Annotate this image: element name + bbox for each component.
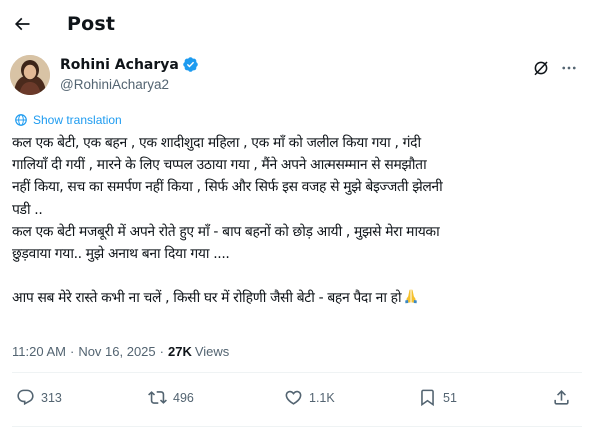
- globe-icon: [15, 114, 27, 126]
- share-button[interactable]: [552, 388, 571, 407]
- more-options-button[interactable]: [557, 56, 581, 80]
- views-label: Views: [194, 344, 230, 359]
- grok-icon: [534, 61, 548, 76]
- post-header: Post: [0, 0, 594, 50]
- author-info: Rohini Acharya @RohiniAcharya2: [60, 56, 199, 92]
- meta-separator: ·: [69, 344, 75, 359]
- back-button[interactable]: [8, 10, 36, 38]
- back-arrow-icon: [14, 17, 30, 31]
- tweet-line: नहीं किया, सच का समर्पण नहीं किया , सिर्…: [12, 179, 443, 196]
- post-time[interactable]: 11:20 AM: [12, 344, 66, 359]
- meta-separator: ·: [159, 344, 164, 359]
- verified-badge-icon[interactable]: [182, 56, 199, 73]
- divider: [12, 426, 582, 427]
- page-title: Post: [67, 13, 116, 35]
- reply-button[interactable]: 313: [16, 388, 62, 407]
- repost-icon: [148, 391, 167, 404]
- folded-hands-icon: [403, 288, 419, 304]
- tweet-line: गालियाँ दी गयीं , मारने के लिए चप्पल उठा…: [12, 157, 427, 174]
- user-handle[interactable]: @RohiniAcharya2: [60, 77, 199, 92]
- post-date[interactable]: Nov 16, 2025: [78, 344, 155, 359]
- tweet-line-last: आप सब मेरे रास्ते कभी ना चलें , किसी घर …: [12, 287, 587, 309]
- tweet-line: पडी ..: [12, 201, 43, 218]
- post-meta: 11:20 AM · Nov 16, 2025 · 27K Views: [12, 344, 229, 359]
- divider: [12, 372, 582, 373]
- tweet-line: छुड़वाया गया.. मुझे अनाथ बना दिया गया ..…: [12, 245, 230, 262]
- display-name[interactable]: Rohini Acharya: [60, 57, 179, 73]
- repost-count: 496: [173, 390, 194, 405]
- tweet-line: कल एक बेटी मजबूरी में अपने रोते हुए माँ …: [12, 223, 440, 240]
- reply-icon: [17, 389, 34, 406]
- avatar[interactable]: [10, 55, 50, 95]
- tweet-line-text: आप सब मेरे रास्ते कभी ना चलें , किसी घर …: [12, 290, 402, 307]
- share-icon: [554, 390, 569, 405]
- heart-icon: [285, 390, 302, 405]
- show-translation-label: Show translation: [33, 113, 122, 127]
- views-count[interactable]: 27K: [168, 344, 192, 359]
- tweet-text: कल एक बेटी, एक बहन , एक शादीशुदा महिला ,…: [12, 132, 587, 310]
- bookmark-count: 51: [443, 390, 457, 405]
- tweet-line: कल एक बेटी, एक बहन , एक शादीशुदा महिला ,…: [12, 135, 421, 151]
- bookmark-icon: [421, 389, 434, 407]
- reply-count: 313: [41, 390, 62, 405]
- avatar-photo: [10, 55, 50, 95]
- show-translation-link[interactable]: Show translation: [14, 113, 122, 127]
- more-dots-icon: [562, 66, 576, 70]
- repost-button[interactable]: 496: [148, 388, 194, 407]
- action-bar: 313 496 1.1K 51: [0, 388, 594, 416]
- like-button[interactable]: 1.1K: [284, 388, 335, 407]
- bookmark-button[interactable]: 51: [418, 388, 457, 407]
- like-count: 1.1K: [309, 390, 335, 405]
- display-name-row: Rohini Acharya: [60, 56, 199, 73]
- grok-button[interactable]: [529, 56, 553, 80]
